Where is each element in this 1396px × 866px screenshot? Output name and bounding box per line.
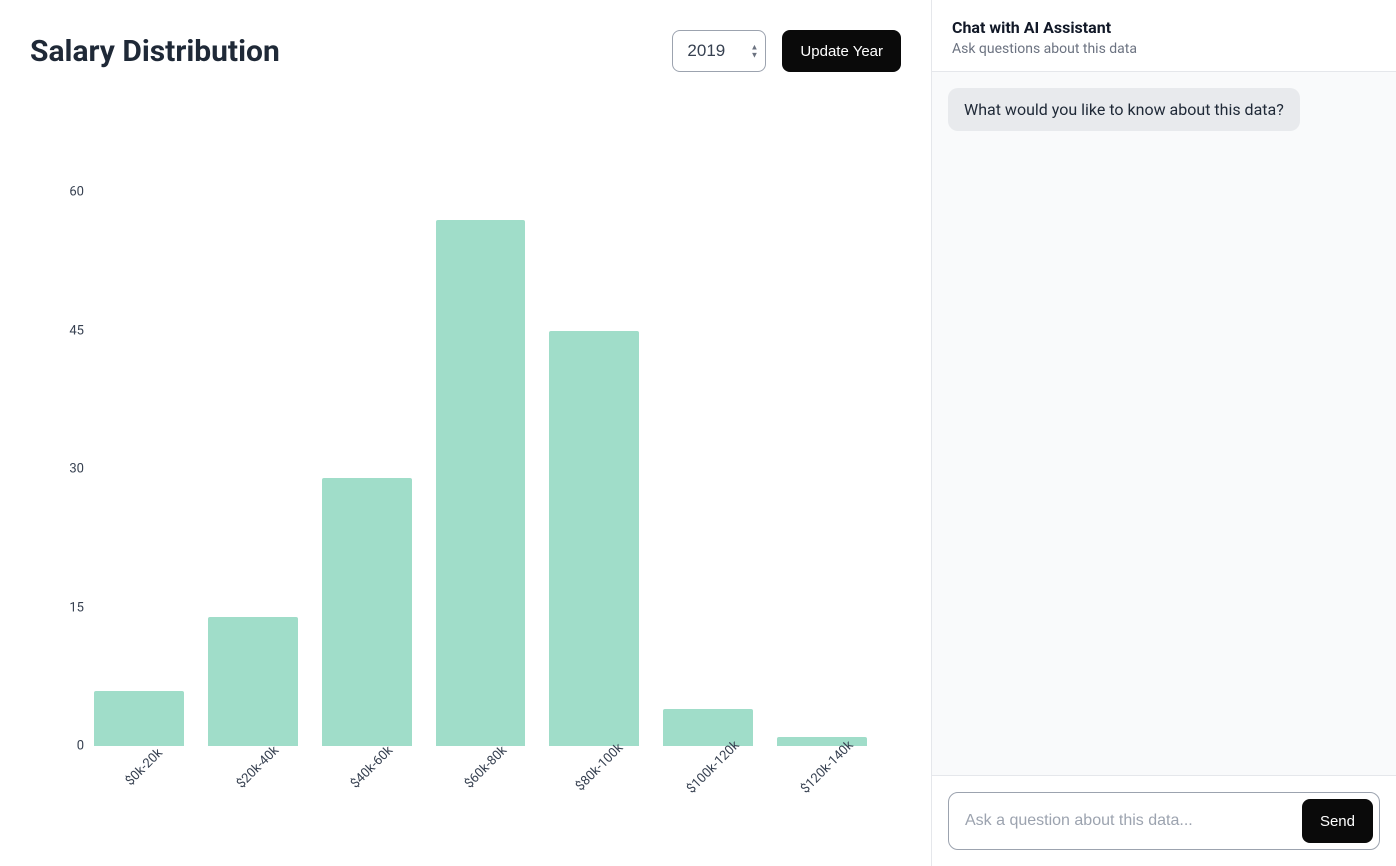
bar [208, 617, 298, 746]
bar [94, 691, 184, 746]
bar [663, 709, 753, 746]
chat-message: What would you like to know about this d… [948, 88, 1300, 131]
x-tick-label: $120k-140k [798, 738, 857, 797]
update-year-button[interactable]: Update Year [782, 30, 901, 72]
chat-subtitle: Ask questions about this data [952, 41, 1376, 57]
bar-column: $20k-40k [208, 192, 298, 746]
x-tick-label: $80k-100k [573, 741, 626, 794]
chart-header: Salary Distribution ▲▼ Update Year [30, 30, 901, 72]
year-controls: ▲▼ Update Year [672, 30, 901, 72]
app-root: Salary Distribution ▲▼ Update Year $0k-2… [0, 0, 1396, 866]
bar [322, 478, 412, 746]
bar-column: $100k-120k [663, 192, 753, 746]
bar [436, 220, 526, 746]
chat-header: Chat with AI Assistant Ask questions abo… [932, 0, 1396, 72]
page-title: Salary Distribution [30, 34, 280, 69]
x-tick-label: $20k-40k [234, 743, 282, 791]
bar-column: $0k-20k [94, 192, 184, 746]
chat-body: What would you like to know about this d… [932, 72, 1396, 776]
y-tick-label: 60 [54, 185, 84, 200]
bar-column: $120k-140k [777, 192, 867, 746]
chart-bars: $0k-20k $20k-40k $40k-60k $60k-80k $80k-100k… [90, 192, 871, 746]
bar [549, 331, 639, 747]
chat-input-row: Send [932, 776, 1396, 866]
y-tick-label: 15 [54, 600, 84, 615]
x-tick-label: $40k-60k [348, 743, 396, 791]
bar-column: $40k-60k [322, 192, 412, 746]
x-tick-label: $60k-80k [462, 743, 510, 791]
y-tick-label: 45 [54, 323, 84, 338]
bar-column: $60k-80k [436, 192, 526, 746]
year-input-wrap: ▲▼ [672, 30, 766, 72]
x-tick-label: $100k-120k [684, 738, 743, 797]
chat-title: Chat with AI Assistant [952, 18, 1376, 37]
chat-panel: Chat with AI Assistant Ask questions abo… [932, 0, 1396, 866]
y-tick-label: 30 [54, 462, 84, 477]
chat-input[interactable] [965, 812, 1302, 830]
y-tick-label: 0 [54, 739, 84, 754]
bar-column: $80k-100k [549, 192, 639, 746]
send-button[interactable]: Send [1302, 799, 1373, 843]
main-panel: Salary Distribution ▲▼ Update Year $0k-2… [0, 0, 932, 866]
x-tick-label: $0k-20k [123, 746, 166, 789]
chart-plot: $0k-20k $20k-40k $40k-60k $60k-80k $80k-100k… [90, 192, 871, 746]
chart-area: $0k-20k $20k-40k $40k-60k $60k-80k $80k-100k… [30, 112, 901, 836]
stepper-icon[interactable]: ▲▼ [751, 44, 759, 59]
chat-input-wrap: Send [948, 792, 1380, 850]
